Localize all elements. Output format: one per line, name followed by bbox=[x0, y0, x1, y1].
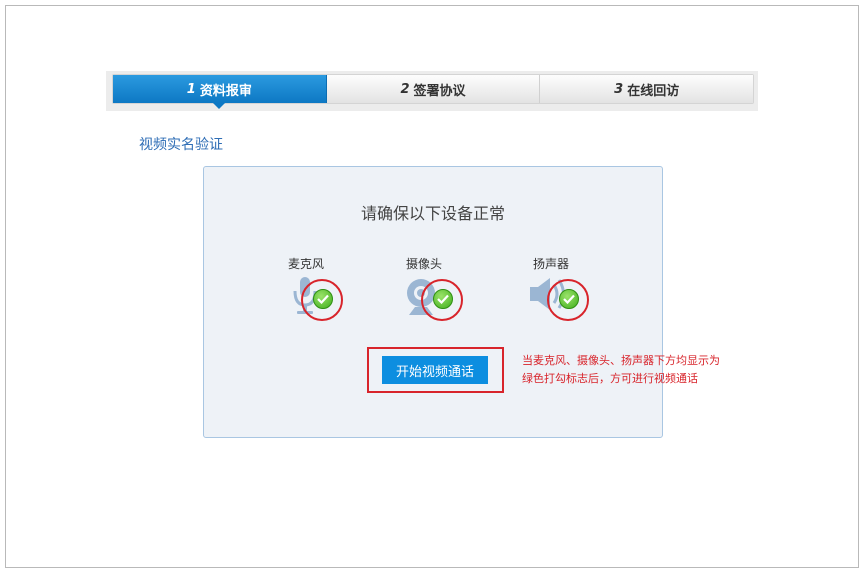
step-2: 2 签署协议 bbox=[326, 75, 541, 103]
step-number: 3 bbox=[614, 81, 624, 97]
highlight-ring bbox=[547, 279, 589, 321]
step-3: 3 在线回访 bbox=[540, 75, 754, 103]
device-label: 麦克风 bbox=[287, 257, 324, 271]
device-label: 扬声器 bbox=[532, 257, 569, 271]
device-check-panel: 请确保以下设备正常 麦克风 摄像头 扬声器 开始视频通话 bbox=[203, 166, 663, 438]
section-title: 视频实名验证 bbox=[139, 137, 223, 153]
step-1: 1 资料报审 bbox=[113, 75, 327, 109]
device-speaker: 扬声器 bbox=[506, 255, 596, 321]
annotation-line: 绿色打勾标志后，方可进行视频通话 bbox=[522, 372, 698, 385]
start-button-highlight: 开始视频通话 bbox=[367, 347, 504, 393]
step-bar: 1 资料报审 2 签署协议 3 在线回访 bbox=[106, 71, 758, 111]
step-label: 签署协议 bbox=[413, 83, 466, 99]
step-label: 资料报审 bbox=[199, 83, 252, 99]
highlight-ring bbox=[421, 279, 463, 321]
step-number: 2 bbox=[400, 81, 410, 97]
device-webcam: 摄像头 bbox=[379, 255, 469, 321]
step-label: 在线回访 bbox=[627, 83, 680, 99]
step-number: 1 bbox=[186, 81, 196, 97]
device-label: 摄像头 bbox=[405, 257, 442, 271]
annotation-note: 当麦克风、摄像头、扬声器下方均显示为 绿色打勾标志后，方可进行视频通话 bbox=[522, 352, 732, 388]
device-microphone: 麦克风 bbox=[261, 255, 351, 321]
start-video-call-button[interactable]: 开始视频通话 bbox=[382, 356, 488, 384]
highlight-ring bbox=[301, 279, 343, 321]
panel-heading: 请确保以下设备正常 bbox=[360, 204, 505, 223]
annotation-line: 当麦克风、摄像头、扬声器下方均显示为 bbox=[522, 354, 720, 367]
